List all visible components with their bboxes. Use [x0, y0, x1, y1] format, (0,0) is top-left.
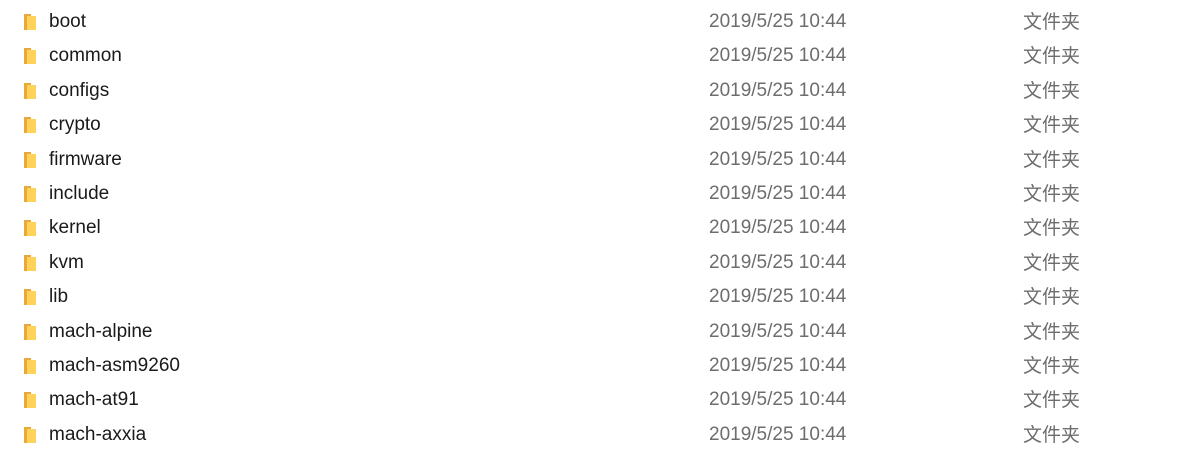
folder-icon: [22, 13, 38, 31]
file-type: 文件夹: [1023, 251, 1081, 274]
file-row[interactable]: common 2019/5/25 10:44 文件夹: [0, 39, 1192, 73]
folder-icon: [22, 151, 38, 169]
file-list: boot 2019/5/25 10:44 文件夹 common 2019/5/2…: [0, 5, 1192, 452]
file-date: 2019/5/25 10:44: [709, 11, 847, 32]
file-date: 2019/5/25 10:44: [709, 251, 847, 273]
folder-icon: [22, 391, 38, 409]
folder-icon: [22, 47, 38, 65]
file-name[interactable]: common: [49, 39, 122, 73]
file-row[interactable]: lib 2019/5/25 10:44 文件夹: [0, 280, 1192, 314]
file-name[interactable]: mach-axxia: [49, 418, 146, 452]
folder-icon: [22, 254, 38, 272]
folder-icon: [22, 185, 38, 203]
file-name[interactable]: kvm: [49, 246, 84, 280]
file-type: 文件夹: [1023, 389, 1081, 412]
file-date: 2019/5/25 10:44: [709, 114, 847, 136]
file-name[interactable]: crypto: [49, 108, 101, 142]
file-row[interactable]: mach-asm9260 2019/5/25 10:44 文件夹: [0, 349, 1192, 383]
file-name[interactable]: boot: [49, 5, 86, 39]
file-date: 2019/5/25 10:44: [709, 217, 847, 239]
file-date: 2019/5/25 10:44: [709, 182, 847, 204]
file-date: 2019/5/25 10:44: [709, 354, 847, 376]
folder-icon: [22, 116, 38, 134]
file-row[interactable]: kvm 2019/5/25 10:44 文件夹: [0, 246, 1192, 280]
file-type: 文件夹: [1023, 286, 1081, 309]
file-type: 文件夹: [1023, 45, 1081, 68]
file-type: 文件夹: [1023, 423, 1081, 446]
folder-icon: [22, 357, 38, 375]
folder-icon: [22, 219, 38, 237]
file-date: 2019/5/25 10:44: [709, 320, 847, 342]
file-row[interactable]: kernel 2019/5/25 10:44 文件夹: [0, 211, 1192, 245]
folder-icon: [22, 82, 38, 100]
file-type: 文件夹: [1023, 11, 1081, 33]
file-date: 2019/5/25 10:44: [709, 79, 847, 101]
file-row[interactable]: mach-axxia 2019/5/25 10:44 文件夹: [0, 418, 1192, 452]
file-date: 2019/5/25 10:44: [709, 423, 847, 445]
file-name[interactable]: configs: [49, 74, 109, 108]
file-row[interactable]: mach-alpine 2019/5/25 10:44 文件夹: [0, 315, 1192, 349]
file-name[interactable]: mach-asm9260: [49, 349, 180, 383]
file-date: 2019/5/25 10:44: [709, 148, 847, 170]
file-type: 文件夹: [1023, 182, 1081, 205]
file-row[interactable]: boot 2019/5/25 10:44 文件夹: [0, 5, 1192, 39]
file-type: 文件夹: [1023, 148, 1081, 171]
file-row[interactable]: include 2019/5/25 10:44 文件夹: [0, 177, 1192, 211]
folder-icon: [22, 323, 38, 341]
file-name[interactable]: mach-alpine: [49, 315, 153, 349]
file-name[interactable]: lib: [49, 280, 68, 314]
file-date: 2019/5/25 10:44: [709, 389, 847, 411]
file-date: 2019/5/25 10:44: [709, 286, 847, 308]
file-name[interactable]: kernel: [49, 211, 101, 245]
folder-icon: [22, 426, 38, 444]
file-row[interactable]: crypto 2019/5/25 10:44 文件夹: [0, 108, 1192, 142]
file-type: 文件夹: [1023, 217, 1081, 240]
file-date: 2019/5/25 10:44: [709, 45, 847, 67]
file-name[interactable]: include: [49, 177, 109, 211]
file-type: 文件夹: [1023, 114, 1081, 137]
file-row[interactable]: configs 2019/5/25 10:44 文件夹: [0, 74, 1192, 108]
file-type: 文件夹: [1023, 354, 1081, 377]
file-type: 文件夹: [1023, 320, 1081, 343]
file-name[interactable]: mach-at91: [49, 383, 139, 417]
file-row[interactable]: firmware 2019/5/25 10:44 文件夹: [0, 143, 1192, 177]
file-name[interactable]: firmware: [49, 143, 122, 177]
folder-icon: [22, 288, 38, 306]
file-type: 文件夹: [1023, 79, 1081, 102]
file-row[interactable]: mach-at91 2019/5/25 10:44 文件夹: [0, 383, 1192, 417]
